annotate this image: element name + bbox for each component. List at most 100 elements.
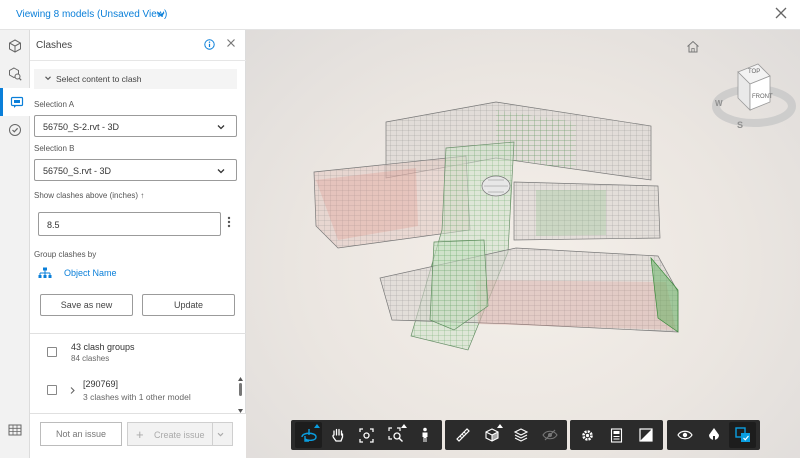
clash-groups-count: 43 clash groups: [71, 342, 135, 352]
info-icon[interactable]: [204, 39, 215, 52]
visibility-toolbar: [667, 420, 760, 450]
not-an-issue-button[interactable]: Not an issue: [40, 422, 122, 446]
measure-ruler-icon: [455, 428, 470, 442]
table-icon: [8, 424, 22, 436]
save-as-new-button[interactable]: Save as new: [40, 294, 133, 316]
more-options-icon[interactable]: [227, 216, 231, 228]
home-icon[interactable]: [686, 40, 700, 55]
clashes-panel: Clashes Select content to clash Selectio…: [30, 30, 246, 458]
group-by-label: Group clashes by: [34, 250, 97, 259]
hierarchy-icon: [38, 267, 52, 281]
fullscreen-icon: [638, 428, 653, 442]
list-scrollbar[interactable]: [237, 376, 244, 414]
zoom-window-button[interactable]: [382, 422, 409, 448]
layers-icon: [513, 428, 528, 442]
selection-b-value: 56750_S.rvt - 3D: [43, 166, 112, 176]
clash-count: 84 clashes: [71, 354, 110, 363]
navigation-toolbar: [291, 420, 442, 450]
settings-toolbar: [570, 420, 663, 450]
fullscreen-button[interactable]: [632, 422, 659, 448]
rail-issues-button[interactable]: [0, 116, 30, 144]
clash-item-desc: 3 clashes with 1 other model: [83, 392, 191, 402]
panel-title: Clashes: [36, 40, 73, 51]
hide-button[interactable]: [536, 422, 563, 448]
search-model-icon: [9, 67, 22, 81]
orbit-icon: [300, 429, 317, 442]
visibility-eye-icon: [676, 430, 693, 440]
orbit-button[interactable]: [295, 422, 322, 448]
selection-b-label: Selection B: [34, 144, 75, 153]
zoom-window-icon: [387, 427, 403, 442]
visibility-button[interactable]: [671, 422, 698, 448]
close-icon[interactable]: [226, 37, 236, 51]
threshold-value: 8.5: [47, 220, 60, 230]
cube-icon: [9, 39, 21, 53]
chevron-down-icon: [44, 74, 52, 84]
view-cube[interactable]: TOP FRONT W S: [710, 56, 798, 134]
close-icon[interactable]: [774, 6, 788, 25]
chevron-down-icon[interactable]: [156, 9, 166, 22]
update-button[interactable]: Update: [142, 294, 235, 316]
clash-item-checkbox[interactable]: [47, 385, 57, 395]
pan-button[interactable]: [324, 422, 351, 448]
clash-view-icon: [734, 427, 750, 442]
chevron-right-icon[interactable]: [69, 386, 76, 397]
measure-button[interactable]: [449, 422, 476, 448]
divider: [212, 423, 213, 445]
layers-button[interactable]: [507, 422, 534, 448]
section-toggle[interactable]: Select content to clash: [34, 69, 237, 89]
walk-person-icon: [422, 427, 427, 442]
rail-search-button[interactable]: [0, 60, 30, 88]
selection-b-select[interactable]: 56750_S.rvt - 3D: [34, 159, 237, 181]
section-box-icon: [484, 428, 499, 442]
chevron-down-icon: [216, 122, 226, 134]
tools-toolbar: [445, 420, 567, 450]
view-title[interactable]: Viewing 8 models (Unsaved View): [16, 9, 167, 20]
divider: [30, 333, 246, 334]
group-by-dropdown[interactable]: Object Name: [64, 268, 117, 278]
section-button[interactable]: [478, 422, 505, 448]
compass-west-label: W: [715, 99, 723, 108]
ghosting-icon: [708, 428, 719, 440]
create-issue-label: Create issue: [154, 430, 205, 440]
clash-view-button[interactable]: [729, 422, 756, 448]
flyout-indicator: [314, 424, 320, 428]
create-issue-button[interactable]: + Create issue: [127, 422, 233, 446]
issues-check-icon: [9, 124, 21, 136]
left-rail: [0, 30, 30, 458]
walk-button[interactable]: [411, 422, 438, 448]
rail-clashes-button[interactable]: [0, 88, 30, 116]
top-bar: Viewing 8 models (Unsaved View): [0, 0, 800, 30]
compass-south-label: S: [737, 120, 743, 130]
flyout-indicator: [401, 424, 407, 428]
pan-hand-icon: [331, 428, 343, 442]
ghosting-button[interactable]: [700, 422, 727, 448]
clash-item-id: [290769]: [83, 379, 119, 389]
hide-eye-icon: [541, 429, 558, 441]
threshold-input[interactable]: 8.5: [38, 212, 221, 236]
model-viewport[interactable]: TOP FRONT W S: [246, 30, 800, 458]
settings-button[interactable]: [574, 422, 601, 448]
threshold-label: Show clashes above (inches) ↑: [34, 191, 145, 200]
settings-gear-icon: [582, 429, 593, 441]
properties-icon: [610, 427, 623, 443]
fit-view-button[interactable]: [353, 422, 380, 448]
cube-front-label: FRONT: [752, 94, 773, 100]
properties-button[interactable]: [603, 422, 630, 448]
section-label: Select content to clash: [56, 74, 142, 84]
chevron-down-icon: [216, 166, 226, 178]
divider: [30, 60, 246, 61]
issue-footer: Not an issue + Create issue: [30, 413, 246, 458]
fit-view-icon: [359, 427, 374, 443]
clashes-icon: [10, 96, 23, 108]
rail-table-button[interactable]: [0, 416, 30, 444]
chevron-down-icon[interactable]: [216, 430, 225, 441]
flyout-indicator: [497, 424, 503, 428]
selection-a-value: 56750_S-2.rvt - 3D: [43, 122, 120, 132]
cube-top-label: TOP: [748, 69, 760, 75]
select-all-checkbox[interactable]: [47, 347, 57, 357]
rail-models-button[interactable]: [0, 32, 30, 60]
selection-a-select[interactable]: 56750_S-2.rvt - 3D: [34, 115, 237, 137]
plus-icon: +: [136, 427, 144, 442]
selection-a-label: Selection A: [34, 100, 75, 109]
